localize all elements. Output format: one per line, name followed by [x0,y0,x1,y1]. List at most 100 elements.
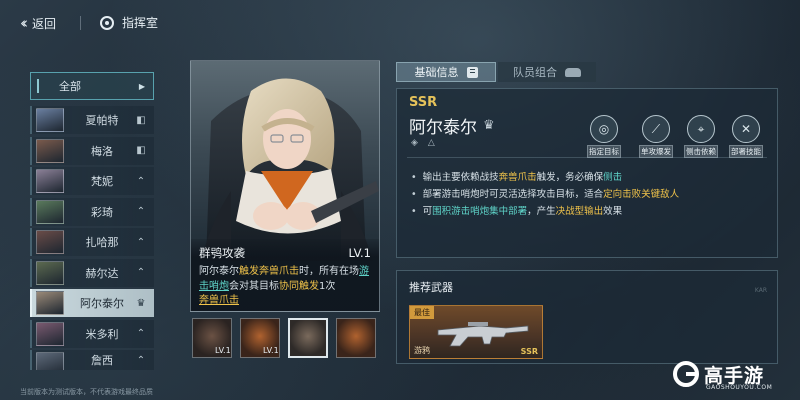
tab-team-combo[interactable]: 队员组合 [498,62,596,82]
character-name: 梵妮 [91,175,113,188]
document-icon [466,66,478,78]
character-item[interactable]: 赫尔达 ⌃ [30,258,154,287]
tip-text: 输出主要依赖战技 [422,172,499,183]
triangle-right-icon: ▶ [138,81,145,91]
info-divider [407,157,767,158]
skill-desc-link[interactable]: 奔兽爪击 [199,295,239,306]
tag-icon: ◎ [590,115,618,143]
class-badge-icon: ⌃ [136,236,146,248]
skill-icon-row: LV.1 LV.1 [192,318,382,358]
tag-icon: ✕ [732,115,760,143]
tab-team-combo-label: 队员组合 [513,66,557,79]
weapon-ghost-text: KAR [754,287,767,294]
tag-icon: ⟋ [642,115,670,143]
weapon-card[interactable]: 最佳 游鸦 SSR [409,305,543,359]
tag-icon: ⌖ [687,115,715,143]
skill-desc-text: 时，所有在场 [299,266,359,277]
back-button[interactable]: ‹‹ 返回 [20,14,56,32]
top-bar: ‹‹ 返回 指挥室 [0,0,800,44]
weapon-name: 游鸦 [414,346,430,355]
skill-description: 阿尔泰尔触发奔兽爪击时，所有在场游击哨炮会对其目标协同触发1次 奔兽爪击 [199,265,371,309]
faction-icon: △ [427,138,435,148]
avatar [36,230,64,254]
character-name: 阿尔泰尔 [80,297,124,310]
hero-tag[interactable]: ◎ 指定目标 [587,115,621,158]
top-divider [80,16,81,30]
character-item[interactable]: 彩琦 ⌃ [30,197,154,226]
version-footnote: 当前版本为测试版本，不代表游戏最终品质 [20,388,153,396]
hero-tag[interactable]: ✕ 部署技能 [729,115,763,158]
class-badge-icon: ⌃ [136,175,146,187]
tip-text: 触发，务必确保 [536,172,604,183]
skill-name: 群鸮攻袭 [199,246,245,260]
skill-slot-3[interactable] [288,318,328,358]
character-item[interactable]: 夏帕特 ◧ [30,106,154,134]
tab-basic-info-label: 基础信息 [414,66,459,79]
watermark-logo: 高手游 GAOSHOUYOU.COM [672,354,794,394]
back-label: 返回 [32,16,57,31]
character-name: 赫尔达 [85,266,119,280]
command-room-button[interactable]: 指挥室 [100,14,158,31]
skill-slot-2[interactable]: LV.1 [240,318,280,358]
info-tabs: 基础信息 队员组合 [396,62,596,82]
character-name: 詹西 [91,354,113,367]
hero-name: 阿尔泰尔 [409,118,477,138]
avatar [36,321,64,346]
character-item[interactable]: 梵妮 ⌃ [30,167,154,195]
bullet-dot-icon: • [411,206,417,217]
element-icon: ◈ [411,138,418,148]
gaoshouyou-logo-icon [673,361,699,387]
command-room-icon [100,15,114,30]
character-items: 夏帕特 ◧ 梅洛 ◧ 梵妮 ⌃ 彩琦 ⌃ 扎哈那 ⌃ 赫尔达 ⌃ 阿尔泰尔 ♛ 米多利 ⌃ 詹西 ⌃ [30,106,154,370]
character-item[interactable]: 阿尔泰尔 ♛ [30,289,154,317]
class-badge-icon: ◧ [136,114,146,126]
character-item[interactable]: 米多利 ⌃ [30,319,154,348]
character-item[interactable]: 扎哈那 ⌃ [30,228,154,256]
tip-item: • 输出主要依赖战技奔兽爪击触发，务必确保侧击 [411,169,679,186]
skill-slot-level: LV.1 [263,346,279,355]
filter-all-button[interactable]: 全部 ▶ [30,72,154,100]
skill-slot-level: LV.1 [215,346,231,355]
avatar [36,138,64,163]
character-name: 扎哈那 [85,236,119,249]
hero-tag[interactable]: ⟋ 单攻爆发 [639,115,673,158]
tab-basic-info[interactable]: 基础信息 [396,62,496,82]
character-item[interactable]: 梅洛 ◧ [30,136,154,165]
tip-text: 可 [422,206,433,217]
skill-desc-text: 1次 [319,280,336,292]
character-item[interactable]: 詹西 ⌃ [30,350,154,370]
double-chevron-left-icon: ‹‹ [20,14,28,32]
skill-info-panel: 群鸮攻袭 LV.1 阿尔泰尔触发奔兽爪击时，所有在场游击哨炮会对其目标协同触发1… [191,239,379,311]
tip-highlight: 决战型输出 [555,206,604,217]
character-name: 梅洛 [91,144,113,158]
tip-highlight: 侧击 [603,172,623,183]
skill-desc-text: 阿尔泰尔 [199,266,239,277]
skill-slot-4[interactable] [336,318,376,358]
filter-all-label: 全部 [59,80,81,93]
tip-highlight: 围积游击哨炮集中部署 [432,206,528,217]
skill-desc-text: 会对其目标 [229,280,279,292]
hero-tips: • 输出主要依赖战技奔兽爪击触发，务必确保侧击 • 部署游击哨炮时可灵活选择攻击… [411,169,679,220]
tip-highlight: 定向击败关键敌人 [603,189,680,200]
hero-tag[interactable]: ⌖ 侧击依赖 [684,115,718,158]
class-badge-icon: ⌃ [136,206,146,217]
weapon-section-title: 推荐武器 [409,281,453,294]
team-icon [565,67,581,77]
character-portrait-card: 群鸮攻袭 LV.1 阿尔泰尔触发奔兽爪击时，所有在场游击哨炮会对其目标协同触发1… [190,60,380,312]
class-badge-icon: ⌃ [136,328,146,339]
skill-slot-1[interactable]: LV.1 [192,318,232,358]
crown-class-icon: ♛ [483,118,495,133]
avatar [36,260,64,285]
character-name: 夏帕特 [85,114,119,127]
avatar [36,169,64,193]
tip-text: 效果 [603,206,623,217]
class-badge-icon: ◧ [136,145,146,156]
character-list: 全部 ▶ 夏帕特 ◧ 梅洛 ◧ 梵妮 ⌃ 彩琦 ⌃ 扎哈那 ⌃ 赫尔达 ⌃ 阿尔泰尔 ♛ 米多利 ⌃ 詹西 ⌃ [30,72,154,373]
command-room-label: 指挥室 [122,16,159,30]
hero-rarity: SSR [409,95,438,110]
class-badge-icon: ⌃ [136,267,146,278]
weapon-rarity: SSR [520,347,538,356]
avatar [36,291,64,315]
tip-text: 部署游击哨炮时可灵活选择攻击目标，适合 [422,189,604,200]
hero-sub-icons: ◈ △ [411,138,435,148]
